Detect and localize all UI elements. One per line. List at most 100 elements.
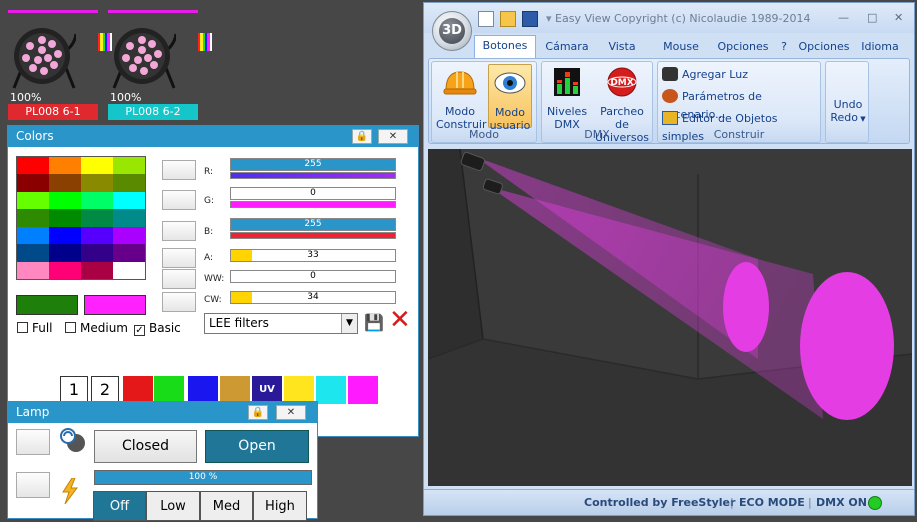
medium-checkbox[interactable]: Medium	[65, 321, 128, 335]
color-swatch[interactable]	[81, 226, 113, 245]
minimize-icon[interactable]: —	[838, 11, 849, 24]
modo-construir-button[interactable]: Modo Construir	[436, 64, 487, 131]
quick-color-uv[interactable]: UV	[252, 376, 282, 404]
editor-objetos-button[interactable]: Editor de Objetos simples	[662, 110, 820, 143]
color-swatch[interactable]	[113, 209, 145, 227]
parcheo-universos-button[interactable]: DMX Parcheo de Universos	[592, 64, 652, 144]
color-swatch[interactable]	[17, 226, 49, 245]
color-swatch[interactable]	[17, 174, 49, 192]
lock-icon[interactable]: 🔒	[248, 405, 268, 420]
color-swatch[interactable]	[113, 244, 145, 262]
color-swatch[interactable]	[17, 244, 49, 262]
save-icon[interactable]	[522, 11, 538, 27]
color-swatch[interactable]	[81, 174, 113, 192]
closed-button[interactable]: Closed	[94, 430, 197, 463]
3d-viewport[interactable]	[428, 149, 912, 486]
color-swatch[interactable]	[81, 191, 113, 210]
tab-opciones-2[interactable]: Opciones	[796, 37, 852, 57]
b-preset-button[interactable]	[162, 221, 196, 241]
modo-usuario-button[interactable]: Modo usuario	[488, 64, 532, 132]
color-swatch[interactable]	[81, 157, 113, 175]
lock-icon[interactable]: 🔒	[352, 129, 372, 144]
color-swatch[interactable]	[49, 157, 81, 175]
preset-2-button[interactable]: 2	[91, 376, 119, 403]
color-swatch[interactable]	[81, 244, 113, 262]
color-swatch[interactable]	[113, 174, 145, 192]
tab-idioma[interactable]: Idioma	[856, 37, 904, 57]
color-swatch[interactable]	[113, 191, 145, 210]
color-swatch-grid[interactable]	[16, 156, 146, 280]
level-off-button[interactable]: Off	[93, 491, 146, 521]
tab-mouse[interactable]: Mouse	[658, 37, 704, 57]
niveles-dmx-button[interactable]: Niveles DMX	[544, 64, 590, 131]
color-swatch[interactable]	[17, 209, 49, 227]
color-swatch[interactable]	[49, 209, 81, 227]
cw-preset-button[interactable]	[162, 292, 196, 312]
color-swatch[interactable]	[49, 244, 81, 262]
button-label: Agregar Luz	[682, 68, 748, 81]
color-swatch[interactable]	[17, 261, 49, 279]
quick-color-yellow[interactable]	[284, 376, 314, 404]
fixture-pl008-6-2[interactable]: 100% PL008 6-2	[108, 8, 212, 120]
color-swatch[interactable]	[113, 226, 145, 245]
tab-botones[interactable]: Botones es	[474, 35, 536, 72]
r-slider[interactable]: 255	[230, 158, 396, 171]
full-checkbox[interactable]: Full	[17, 321, 53, 335]
color-swatch[interactable]	[17, 157, 49, 175]
color-swatch[interactable]	[49, 261, 81, 279]
object-editor-icon	[662, 111, 678, 125]
close-window-icon[interactable]: ✕	[894, 11, 903, 24]
r-preset-button[interactable]	[162, 160, 196, 180]
quick-color-green[interactable]	[154, 376, 184, 404]
lamp-preset-button[interactable]	[16, 472, 50, 498]
level-high-button[interactable]: High	[253, 491, 307, 521]
tab-vista[interactable]: Vista	[602, 37, 642, 57]
color-swatch[interactable]	[81, 261, 113, 279]
close-icon[interactable]: ✕	[276, 405, 306, 420]
tab-camara[interactable]: Cámara	[542, 37, 592, 57]
new-file-icon[interactable]	[478, 11, 494, 27]
open-button[interactable]: Open	[205, 430, 309, 463]
color-swatch[interactable]	[17, 191, 49, 210]
tab-help[interactable]: ?	[776, 37, 792, 57]
quick-color-red[interactable]	[123, 376, 153, 404]
close-icon[interactable]: ✕	[378, 129, 408, 144]
color-swatch[interactable]	[49, 226, 81, 245]
warm-white-slider[interactable]: 0	[230, 270, 396, 283]
b-slider[interactable]: 255	[230, 218, 396, 231]
level-med-button[interactable]: Med	[200, 491, 253, 521]
filter-select[interactable]: LEE filters ▼	[204, 313, 358, 334]
fixture-pl008-6-1[interactable]: 100% PL008 6-1	[8, 8, 112, 120]
lamp-progress-bar[interactable]: 100 %	[94, 470, 312, 485]
agregar-luz-button[interactable]: Agregar Luz	[662, 66, 748, 84]
quick-color-cyan[interactable]	[316, 376, 346, 404]
chevron-down-icon[interactable]: ▼	[341, 314, 357, 333]
quick-color-amber[interactable]	[220, 376, 250, 404]
color-swatch[interactable]	[113, 157, 145, 175]
level-low-button[interactable]: Low	[146, 491, 200, 521]
quick-color-magenta[interactable]	[348, 376, 378, 404]
save-icon[interactable]: 💾	[364, 313, 384, 333]
undo-redo-button[interactable]: Undo Redo ▼	[828, 98, 868, 128]
cool-white-slider[interactable]: 34	[230, 291, 396, 304]
g-preset-button[interactable]	[162, 190, 196, 210]
open-folder-icon[interactable]	[500, 11, 516, 27]
preset-1-button[interactable]: 1	[60, 376, 88, 403]
parametros-escenario-button[interactable]: Parámetros de escenario...	[662, 88, 820, 121]
quick-color-blue[interactable]	[188, 376, 218, 404]
color-swatch[interactable]	[81, 209, 113, 227]
delete-icon[interactable]: ✕	[389, 307, 413, 333]
lamp-panel-title[interactable]: Lamp 🔒 ✕	[8, 402, 317, 423]
maximize-icon[interactable]: □	[867, 11, 877, 24]
color-swatch[interactable]	[49, 174, 81, 192]
color-swatch[interactable]	[49, 191, 81, 210]
tab-opciones-1[interactable]: Opciones (	[714, 37, 772, 73]
amber-slider[interactable]: 33	[230, 249, 396, 262]
shutter-preset-button[interactable]	[16, 429, 50, 455]
basic-checkbox[interactable]: ✓ Basic	[134, 321, 181, 336]
ww-preset-button[interactable]	[162, 269, 196, 289]
g-slider[interactable]: 0	[230, 187, 396, 200]
colors-panel-title[interactable]: Colors 🔒 ✕	[8, 126, 418, 147]
a-preset-button[interactable]	[162, 248, 196, 268]
color-swatch[interactable]	[113, 261, 145, 279]
